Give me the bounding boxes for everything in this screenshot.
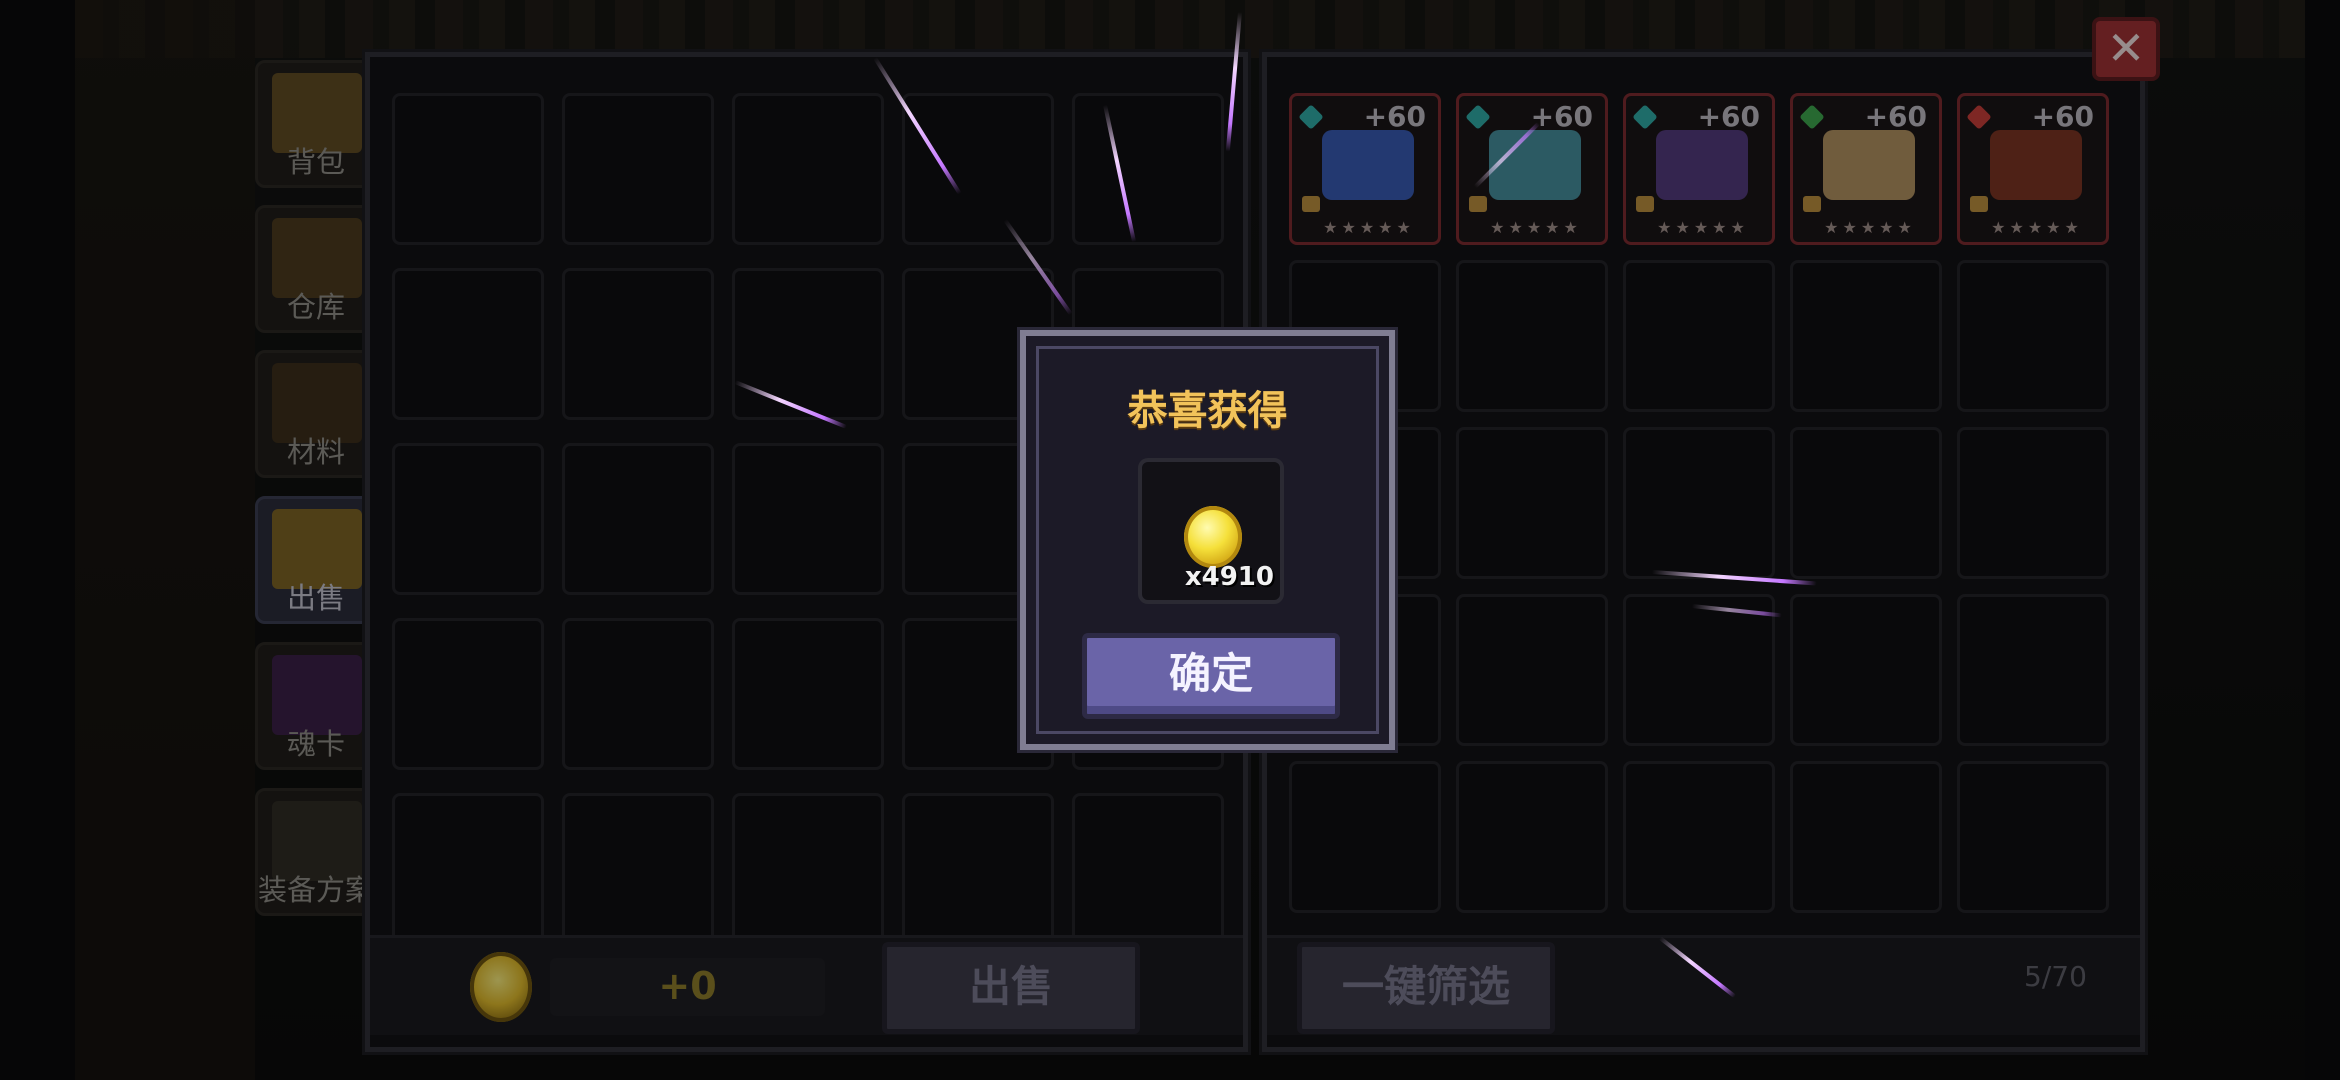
reward-slot: x4910 [1138, 458, 1284, 604]
reward-dialog: 恭喜获得 x4910 确定 [1017, 327, 1398, 753]
gold-coin-icon [1184, 506, 1242, 568]
game-screen: 背包 仓库 材料 出售 魂卡 装备方案 +0 出售 +60 ★★★★★ +60 ★★★… [0, 0, 2340, 1080]
reward-count: x4910 [1184, 562, 1274, 592]
confirm-button[interactable]: 确定 [1082, 633, 1340, 719]
reward-dialog-title: 恭喜获得 [1127, 388, 1288, 434]
